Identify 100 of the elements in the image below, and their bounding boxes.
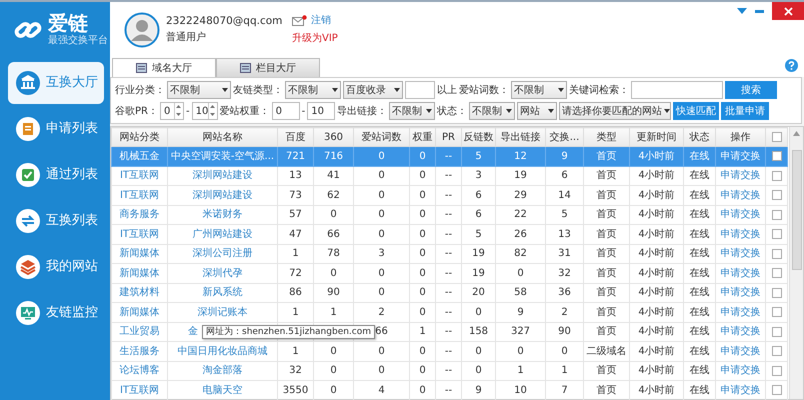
column-header[interactable]: 360 bbox=[314, 128, 354, 146]
action-button[interactable]: 批量申请 bbox=[721, 102, 770, 120]
category-cell[interactable]: 建筑材料 bbox=[112, 283, 168, 302]
sidebar-item[interactable]: 友链监控 bbox=[8, 292, 104, 334]
row-checkbox[interactable] bbox=[772, 346, 782, 356]
input-field[interactable]: 0 bbox=[272, 102, 300, 120]
sidebar-item[interactable]: 通过列表 bbox=[8, 154, 104, 196]
column-header[interactable]: 百度 bbox=[278, 128, 314, 146]
logout-link[interactable]: 注销 bbox=[311, 13, 331, 28]
site-name-cell[interactable]: 中国日用化妆品商城 bbox=[168, 342, 278, 361]
sidebar-item[interactable]: 互换列表 bbox=[8, 200, 104, 242]
input-field[interactable]: 10 bbox=[307, 102, 336, 120]
site-name-cell[interactable]: 深圳公司注册 bbox=[168, 244, 278, 264]
input-field[interactable] bbox=[405, 81, 435, 99]
site-name-cell[interactable]: 深圳网站建设 bbox=[168, 186, 278, 205]
site-name-cell[interactable]: 广州网站建设 bbox=[168, 224, 278, 244]
category-cell[interactable]: 工业贸易 bbox=[112, 322, 168, 342]
dropdown[interactable]: 网站 bbox=[517, 102, 558, 120]
dropdown[interactable]: 不限制 bbox=[285, 81, 341, 99]
minimize-icon[interactable] bbox=[755, 9, 764, 13]
help-icon[interactable] bbox=[785, 59, 798, 72]
row-checkbox[interactable] bbox=[772, 170, 782, 181]
table-row[interactable]: IT互联网 电脑天空 3550 0 4 0 -- 9 10 7 首页 4小时前 在线 申请交换 bbox=[112, 380, 788, 400]
row-checkbox[interactable] bbox=[772, 307, 782, 318]
mail-icon[interactable] bbox=[292, 14, 307, 26]
column-header[interactable]: 导出链接 bbox=[496, 128, 546, 146]
row-checkbox[interactable] bbox=[772, 190, 782, 200]
category-cell[interactable]: IT互联网 bbox=[112, 186, 168, 205]
category-cell[interactable]: 商务服务 bbox=[112, 205, 168, 224]
scroll-up-icon[interactable] bbox=[793, 131, 800, 136]
category-cell[interactable]: 新闻媒体 bbox=[112, 244, 168, 264]
table-cell: 32 bbox=[278, 361, 314, 380]
action-button[interactable]: 快速匹配 bbox=[673, 102, 720, 120]
dropdown[interactable]: 不限制 bbox=[389, 102, 436, 120]
category-cell[interactable]: 新闻媒体 bbox=[112, 264, 168, 283]
site-name-cell[interactable]: 深圳代孕 bbox=[168, 264, 278, 283]
table-row[interactable]: 建筑材料 新风系统 86 90 0 0 -- 20 58 36 首页 4小时前 在线 申请交换 bbox=[112, 283, 788, 302]
site-name-cell[interactable]: 新风系统 bbox=[168, 283, 278, 302]
dropdown[interactable]: 不限制 bbox=[167, 81, 231, 99]
table-row[interactable]: 商务服务 米诺财务 57 0 0 0 -- 6 22 5 首页 4小时前 在线 申请交换 bbox=[112, 205, 788, 224]
table-row[interactable]: IT互联网 深圳网站建设 73 62 0 0 -- 6 29 14 首页 4小时前 在线 申请交换 bbox=[112, 186, 788, 205]
category-cell[interactable]: IT互联网 bbox=[112, 166, 168, 186]
table-row[interactable]: IT互联网 广州网站建设 47 66 0 0 -- 5 26 13 首页 4小时前 在线 申请交换 bbox=[112, 224, 788, 244]
column-header[interactable]: 网站名称 bbox=[168, 128, 278, 146]
table-row[interactable]: IT互联网 深圳网站建设 13 41 0 0 -- 3 19 6 首页 4小时前 在线 申请交换 bbox=[112, 166, 788, 186]
column-header[interactable]: 操作 bbox=[716, 128, 766, 146]
column-header[interactable]: PR bbox=[436, 128, 462, 146]
row-checkbox[interactable] bbox=[772, 248, 782, 259]
row-checkbox[interactable] bbox=[772, 229, 782, 240]
input-field[interactable] bbox=[631, 81, 723, 99]
table-row[interactable]: 生活服务 中国日用化妆品商城 1 0 0 0 -- 0 0 0 二级域名 4小时前 在线 申请交换 bbox=[112, 342, 788, 361]
column-header[interactable]: 类型 bbox=[584, 128, 630, 146]
column-header[interactable]: 反链数 bbox=[462, 128, 496, 146]
row-checkbox[interactable] bbox=[772, 268, 782, 278]
number-spinner[interactable]: 0 bbox=[160, 102, 184, 120]
category-cell[interactable]: 机械五金 bbox=[112, 146, 168, 166]
site-name-cell[interactable]: 深圳记账本 bbox=[168, 302, 278, 322]
category-cell[interactable]: 新闻媒体 bbox=[112, 302, 168, 322]
table-row[interactable]: 机械五金 中央空调安装-空气源... 721 716 0 0 -- 5 12 9 首页 4小时前 在线 申请交换 bbox=[112, 146, 788, 166]
table-row[interactable]: 新闻媒体 深圳记账本 1 1 2 0 -- 0 9 2 首页 4小时前 在线 申请交换 bbox=[112, 302, 788, 322]
category-cell[interactable]: 生活服务 bbox=[112, 342, 168, 361]
row-checkbox[interactable] bbox=[772, 151, 782, 162]
site-name-cell[interactable]: 深圳网站建设 bbox=[168, 166, 278, 186]
dropdown[interactable]: 不限制 bbox=[511, 81, 567, 99]
sidebar-item[interactable]: 互换大厅 bbox=[8, 62, 104, 104]
column-header[interactable]: 状态 bbox=[684, 128, 716, 146]
table-row[interactable]: 工业贸易 金 网址为：shenzhen.51jizhangben.com 66 1 -- 158 327 90 首页 4小时前 在线 申请交换 bbox=[112, 322, 788, 342]
column-header[interactable]: 网站分类 bbox=[112, 128, 168, 146]
select-all-checkbox[interactable] bbox=[772, 132, 782, 142]
category-cell[interactable]: IT互联网 bbox=[112, 380, 168, 400]
row-checkbox[interactable] bbox=[772, 210, 782, 220]
site-name-cell[interactable]: 中央空调安装-空气源... bbox=[168, 146, 278, 166]
row-checkbox[interactable] bbox=[772, 288, 782, 298]
close-button[interactable] bbox=[772, 2, 804, 20]
column-header[interactable]: 权重 bbox=[410, 128, 436, 146]
table-row[interactable]: 论坛博客 淘金部落 32 0 0 0 -- 0 1 1 首页 4小时前 在线 申请交换 bbox=[112, 361, 788, 380]
row-checkbox[interactable] bbox=[772, 366, 782, 376]
dropdown-icon[interactable] bbox=[737, 8, 747, 14]
action-button[interactable]: 搜索 bbox=[725, 81, 777, 99]
table-row[interactable]: 新闻媒体 深圳代孕 72 0 0 0 -- 19 0 32 首页 4小时前 在线 申请交换 bbox=[112, 264, 788, 283]
column-header[interactable]: 爱站词数 bbox=[354, 128, 410, 146]
category-cell[interactable]: 论坛博客 bbox=[112, 361, 168, 380]
tab[interactable]: 栏目大厅 bbox=[216, 58, 320, 77]
scrollbar[interactable] bbox=[789, 127, 803, 399]
site-name-cell[interactable]: 米诺财务 bbox=[168, 205, 278, 224]
dropdown[interactable]: 不限制 bbox=[469, 102, 516, 120]
sidebar-item[interactable]: 我的网站 bbox=[8, 246, 104, 288]
sidebar-item[interactable]: 申请列表 bbox=[8, 108, 104, 150]
table-row[interactable]: 新闻媒体 深圳公司注册 1 78 3 0 -- 19 82 31 首页 4小时前 在线 申请交换 bbox=[112, 244, 788, 264]
column-header[interactable]: 更新时间 bbox=[630, 128, 684, 146]
category-cell[interactable]: IT互联网 bbox=[112, 224, 168, 244]
upgrade-link[interactable]: 升级为VIP bbox=[292, 31, 338, 46]
dropdown[interactable]: 请选择你要匹配的网站 bbox=[559, 102, 672, 120]
row-checkbox[interactable] bbox=[772, 385, 782, 396]
column-header[interactable]: 交换... bbox=[546, 128, 584, 146]
number-spinner[interactable]: 10 bbox=[192, 102, 218, 120]
tab[interactable]: 域名大厅 bbox=[112, 58, 216, 77]
site-name-cell[interactable]: 淘金部落 bbox=[168, 361, 278, 380]
dropdown[interactable]: 百度收录 bbox=[343, 81, 403, 99]
row-checkbox[interactable] bbox=[772, 326, 782, 337]
